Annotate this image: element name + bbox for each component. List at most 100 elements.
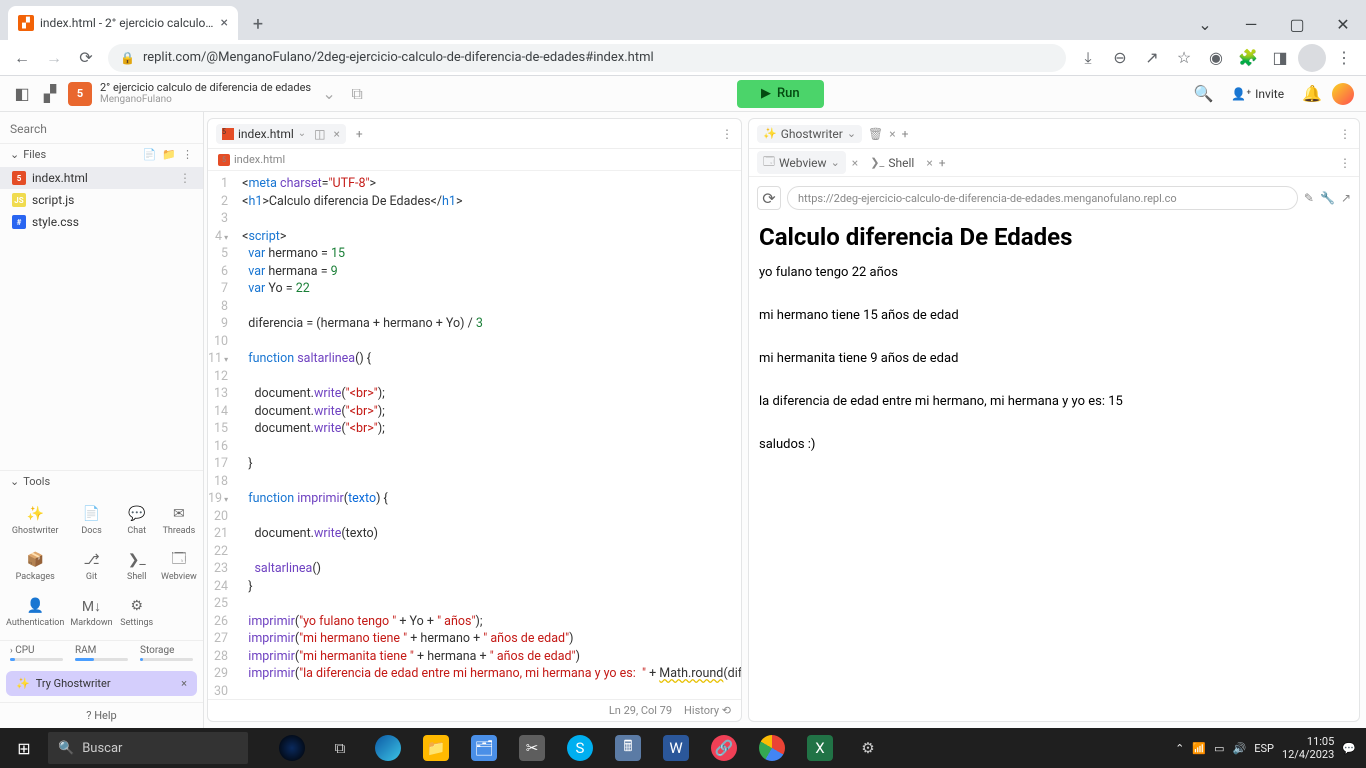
browser-tab[interactable]: ▞ index.html - 2° ejercicio calculo d × [8,6,238,40]
forward-button[interactable]: → [40,44,68,72]
explorer-icon[interactable]: 📁 [412,728,460,768]
history-button[interactable]: History ⟲ [684,704,731,717]
files-header[interactable]: ⌄ Files 📄 📁 ⋮ [0,143,203,165]
file-item-script-js[interactable]: JSscript.js [0,189,203,211]
sidebar-toggle-icon[interactable]: ◧ [12,84,32,104]
settings-icon[interactable]: ⚙ [844,728,892,768]
address-bar[interactable]: 🔒 replit.com/@MenganoFulano/2deg-ejercic… [108,44,1066,72]
close-icon[interactable]: × [926,156,932,170]
tab-webview[interactable]: 🗔 Webview ⌄ [757,151,846,174]
trash-icon[interactable]: 🗑 [868,127,883,141]
new-tab-button[interactable]: + [244,10,272,38]
new-folder-icon[interactable]: 📁 [162,148,176,161]
webview-url-input[interactable]: https://2deg-ejercicio-calculo-de-difere… [787,186,1298,210]
tool-threads[interactable]: ✉Threads [159,498,199,542]
maximize-icon[interactable]: ▢ [1274,8,1320,40]
start-button[interactable]: ⊞ [0,728,48,768]
tab-ghostwriter[interactable]: ✨ Ghostwriter ⌄ [757,125,862,143]
skype-icon[interactable]: S [556,728,604,768]
back-button[interactable]: ← [8,44,36,72]
bell-icon[interactable]: 🔔 [1302,84,1322,103]
install-icon[interactable]: ⤓ [1074,44,1102,72]
split-icon[interactable]: ◫ [314,127,325,141]
battery-icon[interactable]: ▭ [1214,742,1224,755]
app-icon-1[interactable]: 🗂 [460,728,508,768]
sidepanel-icon[interactable]: ◨ [1266,44,1294,72]
tool-chat[interactable]: 💬Chat [117,498,157,542]
more-icon[interactable]: ⋮ [182,148,193,161]
share-icon[interactable]: ↗ [1138,44,1166,72]
search-icon[interactable]: 🔍 [1193,84,1213,103]
extension-icon[interactable]: ◉ [1202,44,1230,72]
edit-icon[interactable]: ✎ [1304,191,1314,205]
webview-reload-button[interactable]: ⟳ [757,186,781,210]
chrome-icon[interactable] [748,728,796,768]
tool-git[interactable]: ⎇Git [68,544,114,588]
sidebar-search[interactable] [0,112,203,143]
profile-avatar[interactable] [1298,44,1326,72]
wrench-icon[interactable]: 🔧 [1320,191,1335,205]
taskview-icon[interactable]: ⧉ [316,728,364,768]
invite-button[interactable]: 👤⁺ Invite [1223,83,1292,105]
excel-icon[interactable]: X [796,728,844,768]
wifi-icon[interactable]: 📶 [1192,742,1206,755]
tool-ghostwriter[interactable]: ✨Ghostwriter [4,498,66,542]
code-editor[interactable]: 1234567891011121314151617181920212223242… [208,171,741,699]
calculator-icon[interactable]: 🖩 [604,728,652,768]
close-icon[interactable]: × [852,156,858,170]
run-button[interactable]: ▶ Run [737,80,824,108]
menu-icon[interactable]: ⋮ [1339,127,1351,141]
tab-menu-icon[interactable]: ⋮ [721,127,733,141]
add-tab-button[interactable]: + [939,156,946,170]
tools-header[interactable]: ⌄ Tools [0,470,203,492]
reload-button[interactable]: ⟳ [72,44,100,72]
tab-close-icon[interactable]: × [221,15,228,31]
help-link[interactable]: ? Help [0,702,203,728]
zoom-icon[interactable]: ⊖ [1106,44,1134,72]
tray-chevron-icon[interactable]: ⌃ [1175,742,1184,755]
tool-settings[interactable]: ⚙Settings [117,590,157,634]
open-new-icon[interactable]: ↗ [1341,191,1351,205]
replit-logo-icon[interactable]: ▞ [40,84,60,104]
taskbar-search[interactable]: 🔍 Buscar [48,732,248,764]
tool-webview[interactable]: 🗔Webview [159,544,199,588]
search-input[interactable] [10,122,193,136]
add-tab-button[interactable]: + [350,127,369,141]
chevron-down-icon[interactable]: ⌄ [1182,8,1228,40]
tool-authentication[interactable]: 👤Authentication [4,590,66,634]
close-icon[interactable]: × [334,127,340,141]
tool-packages[interactable]: 📦Packages [4,544,66,588]
clock[interactable]: 11:05 12/4/2023 [1282,735,1334,761]
ghostwriter-banner[interactable]: ✨ Try Ghostwriter × [6,671,197,696]
app-icon-2[interactable]: ✂ [508,728,556,768]
menu-icon[interactable]: ⋮ [1339,156,1351,170]
file-item-index-html[interactable]: 5index.html⋮ [0,167,203,189]
editor-tab-index[interactable]: 5 index.html ⌄ ◫ × [216,124,346,144]
cortana-icon[interactable] [268,728,316,768]
language-indicator[interactable]: ESP [1254,742,1274,755]
tool-markdown[interactable]: M↓Markdown [68,590,114,634]
app-icon-3[interactable]: 🔗 [700,728,748,768]
menu-icon[interactable]: ⋮ [1330,44,1358,72]
edge-icon[interactable] [364,728,412,768]
close-icon[interactable]: × [181,677,187,690]
bookmark-icon[interactable]: ☆ [1170,44,1198,72]
close-icon[interactable]: × [889,127,895,141]
new-file-icon[interactable]: 📄 [143,148,157,161]
user-avatar[interactable] [1332,83,1354,105]
close-icon[interactable]: ✕ [1320,8,1366,40]
tab-shell[interactable]: ❯_ Shell [864,154,920,172]
chevron-down-icon[interactable]: ⌄ [298,128,306,139]
volume-icon[interactable]: 🔊 [1233,742,1247,755]
tool-docs[interactable]: 📄Docs [68,498,114,542]
tool-shell[interactable]: ❯_Shell [117,544,157,588]
file-item-style-css[interactable]: #style.css [0,211,203,233]
add-tab-button[interactable]: + [902,127,909,141]
extensions-icon[interactable]: 🧩 [1234,44,1262,72]
repl-chevron-icon[interactable]: ⌄ [319,84,339,104]
word-icon[interactable]: W [652,728,700,768]
link-icon[interactable]: ⧉ [347,84,367,104]
more-icon[interactable]: ⋮ [179,171,191,185]
minimize-icon[interactable]: — [1228,8,1274,40]
notifications-icon[interactable]: 💬 [1342,742,1356,755]
